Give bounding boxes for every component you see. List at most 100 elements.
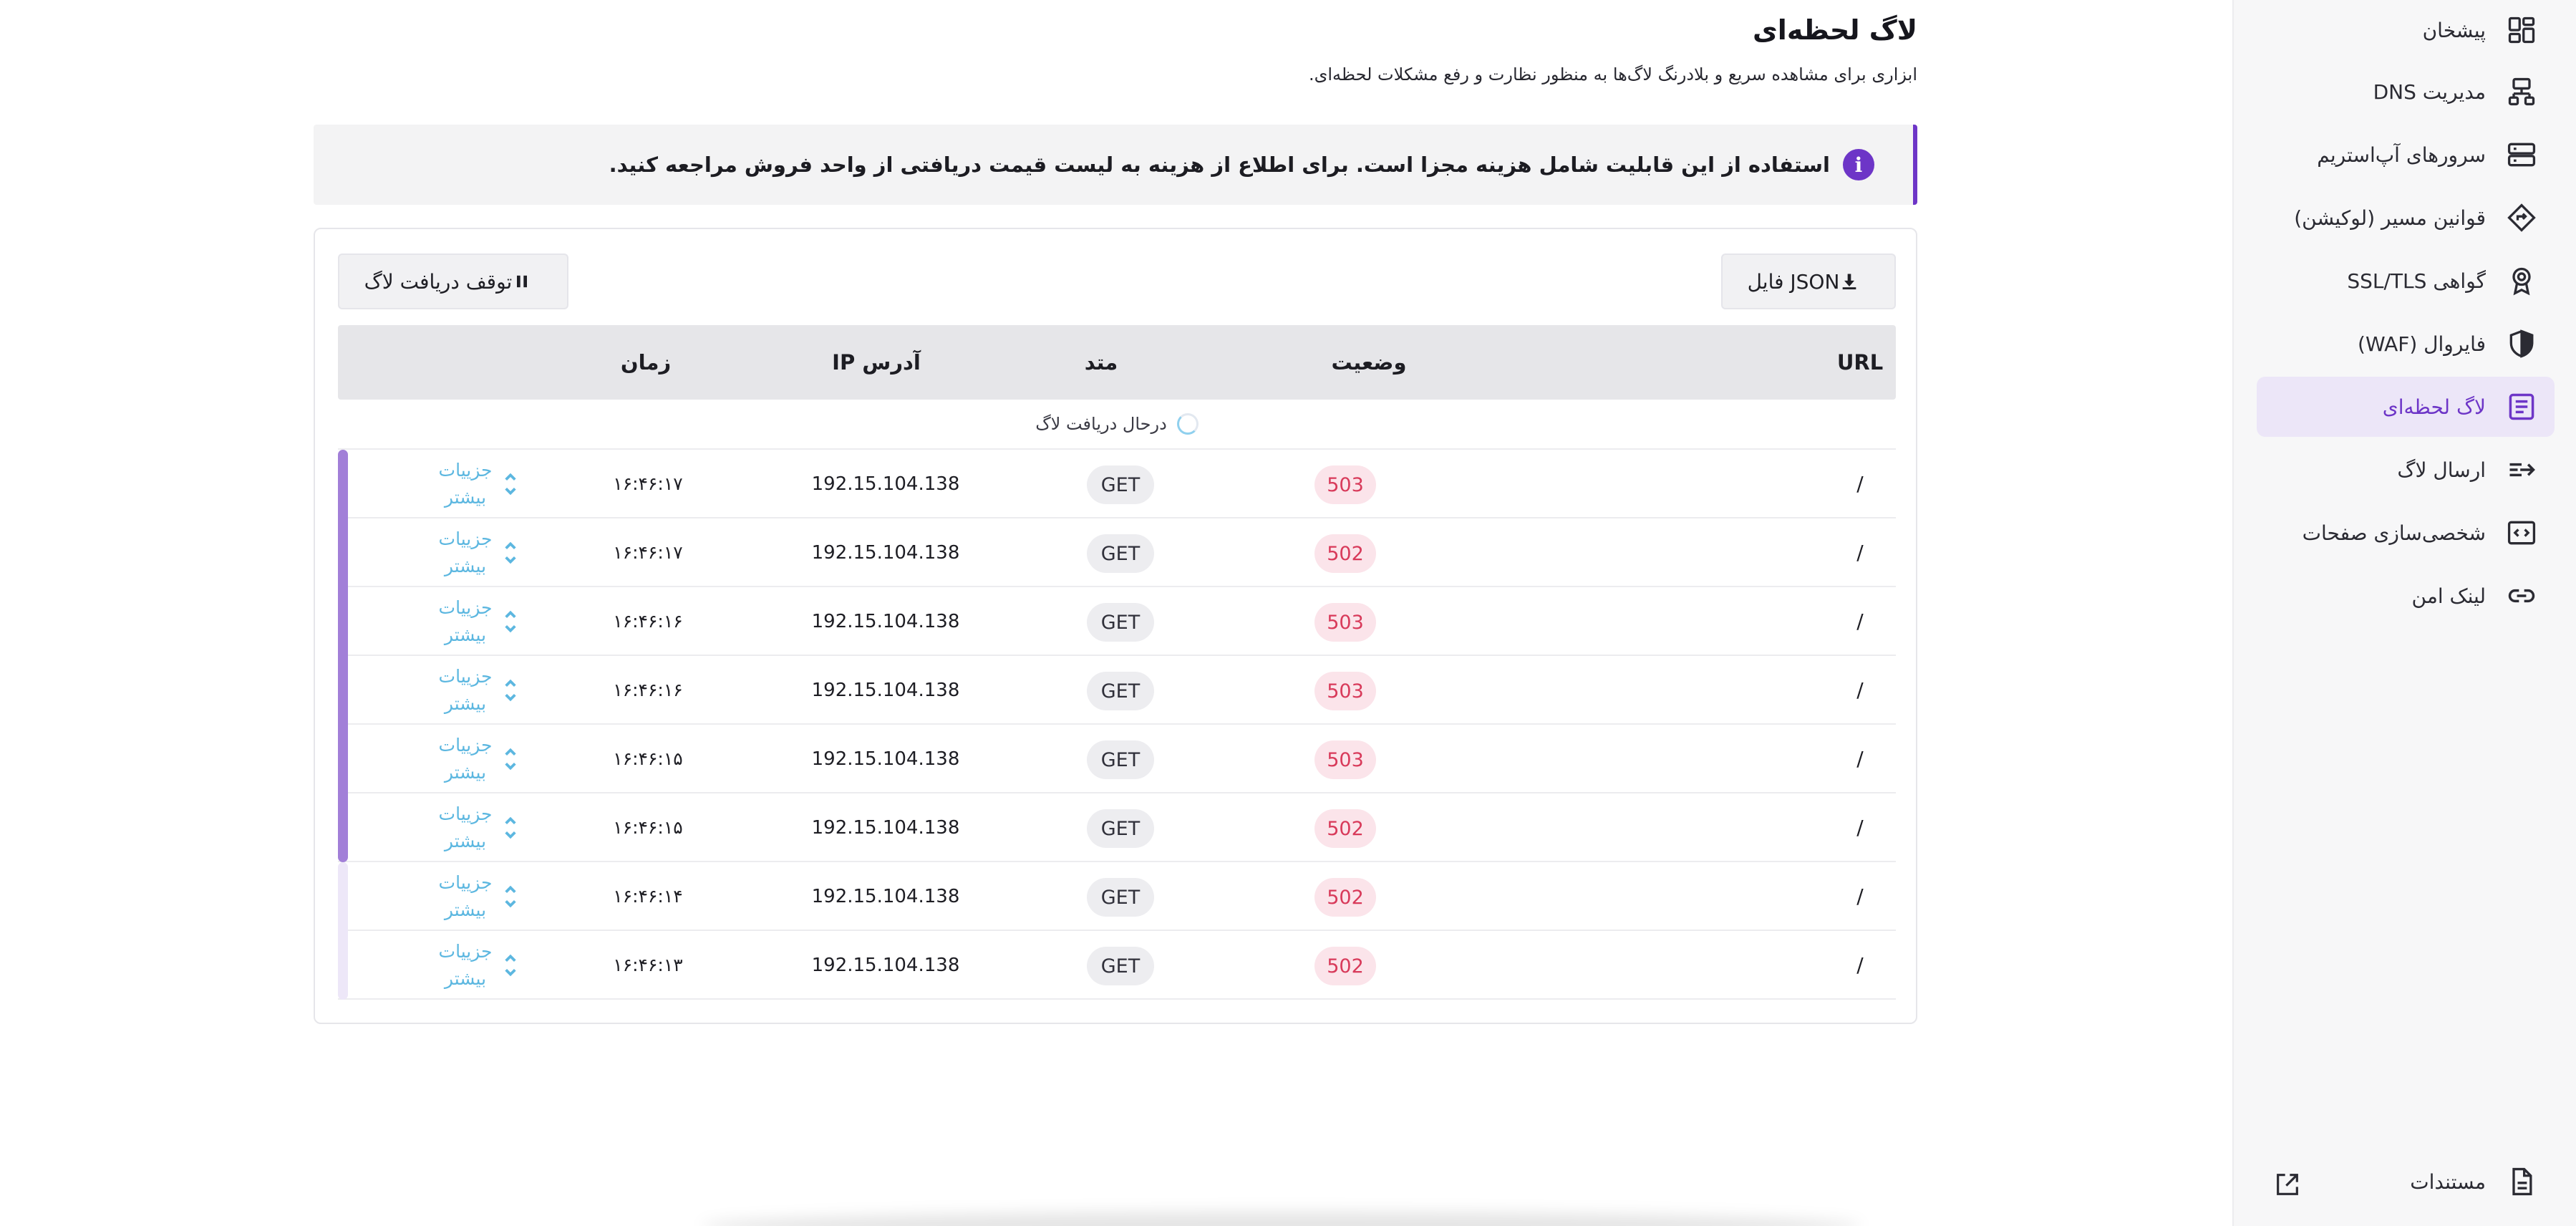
column-time: زمان [620, 350, 672, 375]
column-ip: آدرس IP [832, 350, 921, 375]
table-header: URL وضعیت متد آدرس IP زمان [338, 325, 1896, 400]
code-page-icon [2504, 516, 2539, 550]
status-badge: 502 [1314, 947, 1376, 985]
pause-icon [512, 271, 532, 291]
sidebar-item-ssl[interactable]: گواهی SSL/TLS [2257, 251, 2555, 311]
more-details-label: جزییات بیشتر [438, 597, 493, 645]
sidebar-item-label: فایروال (WAF) [2358, 332, 2486, 356]
cell-time: ۱۶:۴۶:۱۷ [613, 473, 683, 494]
more-details-button[interactable]: جزییات بیشتر [418, 594, 520, 649]
method-badge: GET [1087, 465, 1154, 504]
status-badge: 502 [1314, 809, 1376, 848]
more-details-button[interactable]: جزییات بیشتر [418, 663, 520, 718]
cell-url: / [1856, 541, 1864, 564]
sidebar-item-location-rules[interactable]: قوانین مسیر (لوکیشن) [2257, 188, 2555, 248]
status-badge: 503 [1314, 740, 1376, 779]
status-badge: 502 [1314, 878, 1376, 917]
sidebar: پیشخان مدیریت DNS سرورهای آپ‌استریم قوان… [2232, 0, 2576, 1226]
chevron-up-down-icon [501, 950, 520, 980]
stop-log-label: توقف دریافت لاگ [364, 269, 513, 294]
more-details-label: جزییات بیشتر [438, 872, 493, 920]
table-row: جزییات بیشتر ۱۶:۴۶:۱۵ 192.15.104.138 GET 503… [338, 725, 1896, 793]
row-indicator-bar [338, 450, 348, 518]
method-badge: GET [1087, 947, 1154, 985]
more-details-label: جزییات بیشتر [438, 803, 493, 851]
sidebar-item-waf[interactable]: فایروال (WAF) [2257, 314, 2555, 374]
route-diamond-icon [2504, 201, 2539, 235]
download-json-button[interactable]: فایل JSON [1721, 254, 1896, 309]
more-details-button[interactable]: جزییات بیشتر [418, 801, 520, 855]
external-link-icon[interactable] [2273, 1170, 2302, 1199]
more-details-button[interactable]: جزییات بیشتر [418, 938, 520, 993]
loading-indicator: درحال دریافت لاگ [338, 400, 1896, 450]
row-indicator-bar [338, 725, 348, 793]
sidebar-item-label: قوانین مسیر (لوکیشن) [2294, 206, 2486, 230]
server-icon [2504, 137, 2539, 172]
cell-time: ۱۶:۴۶:۱۴ [613, 886, 683, 907]
row-indicator-bar [338, 862, 348, 931]
chevron-up-down-icon [501, 675, 520, 705]
download-json-label: فایل JSON [1747, 269, 1840, 294]
cell-time: ۱۶:۴۶:۱۶ [613, 611, 683, 632]
cell-url: / [1856, 816, 1864, 839]
sidebar-docs-label: مستندات [2410, 1169, 2486, 1194]
sidebar-item-realtime-log[interactable]: لاگ لحظه‌ای [2257, 377, 2555, 437]
table-row: جزییات بیشتر ۱۶:۴۶:۱۴ 192.15.104.138 GET 502… [338, 862, 1896, 931]
cell-ip: 192.15.104.138 [811, 748, 960, 770]
cell-ip: 192.15.104.138 [811, 955, 960, 976]
chevron-up-down-icon [501, 469, 520, 499]
more-details-button[interactable]: جزییات بیشتر [418, 526, 520, 580]
sidebar-item-dns[interactable]: مدیریت DNS [2257, 62, 2555, 122]
sidebar-item-upstream[interactable]: سرورهای آپ‌استریم [2257, 125, 2555, 185]
document-log-icon [2504, 390, 2539, 424]
send-arrow-icon [2504, 453, 2539, 487]
cell-time: ۱۶:۴۶:۱۵ [613, 748, 683, 769]
cell-url: / [1856, 472, 1864, 496]
column-url: URL [1836, 350, 1884, 375]
table-row: جزییات بیشتر ۱۶:۴۶:۱۷ 192.15.104.138 GET 503… [338, 450, 1896, 518]
certificate-badge-icon [2504, 264, 2539, 298]
sidebar-item-dashboard[interactable]: پیشخان [2257, 0, 2555, 60]
method-badge: GET [1087, 603, 1154, 642]
more-details-label: جزییات بیشتر [438, 460, 493, 508]
loading-text: درحال دریافت لاگ [1035, 414, 1167, 434]
method-badge: GET [1087, 534, 1154, 573]
sidebar-item-label: لاگ لحظه‌ای [2382, 395, 2486, 419]
bottom-shadow [702, 1212, 1861, 1226]
table-row: جزییات بیشتر ۱۶:۴۶:۱۶ 192.15.104.138 GET 503… [338, 656, 1896, 725]
cell-ip: 192.15.104.138 [811, 542, 960, 564]
method-badge: GET [1087, 672, 1154, 710]
cell-time: ۱۶:۴۶:۱۳ [613, 955, 683, 975]
more-details-button[interactable]: جزییات بیشتر [418, 869, 520, 924]
more-details-button[interactable]: جزییات بیشتر [418, 732, 520, 786]
cell-time: ۱۶:۴۶:۱۶ [613, 680, 683, 700]
sidebar-item-label: لینک امن [2411, 584, 2486, 608]
chevron-up-down-icon [501, 813, 520, 843]
method-badge: GET [1087, 740, 1154, 779]
cell-ip: 192.15.104.138 [811, 680, 960, 701]
table-row: جزییات بیشتر ۱۶:۴۶:۱۳ 192.15.104.138 GET 502… [338, 931, 1896, 1000]
more-details-button[interactable]: جزییات بیشتر [418, 457, 520, 511]
status-badge: 503 [1314, 603, 1376, 642]
more-details-label: جزییات بیشتر [438, 666, 493, 714]
cell-time: ۱۶:۴۶:۱۷ [613, 542, 683, 563]
table-row: جزییات بیشتر ۱۶:۴۶:۱۶ 192.15.104.138 GET 503… [338, 587, 1896, 656]
more-details-label: جزییات بیشتر [438, 941, 493, 989]
cell-ip: 192.15.104.138 [811, 611, 960, 632]
row-indicator-bar [338, 931, 348, 1000]
sidebar-item-secure-link[interactable]: لینک امن [2257, 566, 2555, 626]
method-badge: GET [1087, 878, 1154, 917]
sidebar-item-log-forwarding[interactable]: ارسال لاگ [2257, 440, 2555, 500]
dns-network-icon [2504, 74, 2539, 109]
sidebar-item-custom-pages[interactable]: شخصی‌سازی صفحات [2257, 503, 2555, 563]
cell-url: / [1856, 609, 1864, 633]
stop-log-button[interactable]: توقف دریافت لاگ [338, 254, 568, 309]
chevron-up-down-icon [501, 538, 520, 568]
status-badge: 503 [1314, 672, 1376, 710]
cell-ip: 192.15.104.138 [811, 886, 960, 907]
document-icon [2504, 1164, 2539, 1199]
cell-ip: 192.15.104.138 [811, 817, 960, 839]
shield-icon [2504, 327, 2539, 361]
table-row: جزییات بیشتر ۱۶:۴۶:۱۷ 192.15.104.138 GET 502… [338, 518, 1896, 587]
row-indicator-bar [338, 587, 348, 656]
